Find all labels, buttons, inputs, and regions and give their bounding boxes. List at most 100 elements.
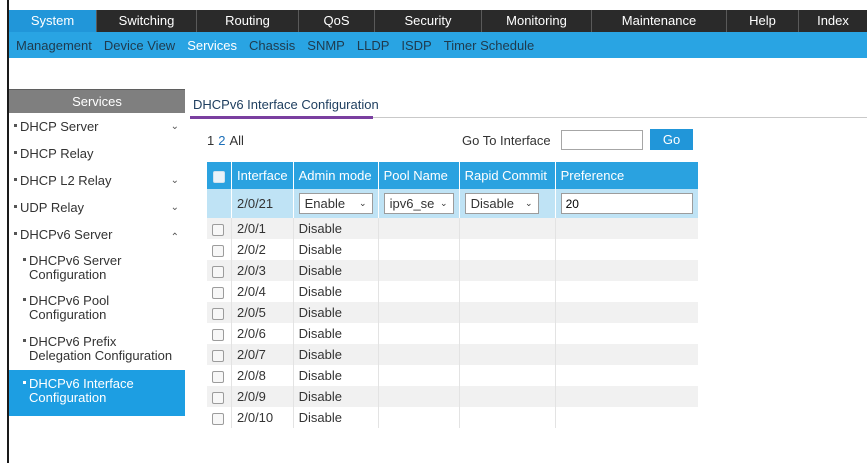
pager-all[interactable]: All [229, 133, 243, 148]
sidebar-item-label: DHCP L2 Relay [20, 173, 112, 188]
row-pool-name [378, 302, 460, 323]
row-checkbox[interactable] [212, 328, 224, 341]
pager: 1 2 All [207, 133, 248, 148]
subnav-services[interactable]: Services [181, 38, 243, 53]
admin-mode-select[interactable]: Enable ⌄ [298, 193, 373, 214]
row-checkbox[interactable] [212, 391, 224, 404]
sidebar-item-dhcp-server[interactable]: DHCP Server ⌄ [9, 113, 185, 140]
pager-page-2[interactable]: 2 [218, 133, 225, 148]
row-checkbox-cell [207, 260, 232, 281]
bullet-icon [23, 298, 26, 302]
tab-routing[interactable]: Routing [197, 10, 299, 32]
edit-row: 2/0/21 Enable ⌄ ipv6_se ⌄ Disable ⌄ [207, 189, 698, 218]
subnav-device-view[interactable]: Device View [98, 38, 181, 53]
tab-security[interactable]: Security [375, 10, 482, 32]
chevron-down-icon: ⌄ [170, 175, 179, 186]
sidebar-item-dhcp-l2-relay[interactable]: DHCP L2 Relay ⌄ [9, 167, 185, 194]
tab-monitoring[interactable]: Monitoring [482, 10, 592, 32]
row-rapid-commit [459, 386, 556, 407]
row-pool-name [378, 407, 460, 428]
row-interface: 2/0/1 [231, 218, 294, 239]
row-rapid-commit [459, 365, 556, 386]
sidebar-subitem-label: DHCPv6 Interface [29, 376, 134, 391]
row-checkbox[interactable] [212, 370, 224, 383]
table-row: 2/0/7 Disable [207, 344, 698, 365]
goto-interface-input[interactable] [561, 130, 643, 150]
sidebar-subitem-label: DHCPv6 Prefix [29, 334, 117, 349]
row-preference [555, 365, 698, 386]
row-pool-name [378, 323, 460, 344]
sidebar-item-dhcpv6-server[interactable]: DHCPv6 Server ⌃ [9, 221, 185, 248]
sidebar-item-label: DHCPv6 Server [20, 227, 113, 242]
row-admin-mode: Disable [293, 281, 379, 302]
pool-name-select[interactable]: ipv6_se ⌄ [383, 193, 454, 214]
row-checkbox-cell [207, 386, 232, 407]
bullet-icon [23, 339, 26, 343]
sidebar-subitem-dhcpv6-server-config[interactable]: DHCPv6 Server Configuration [9, 252, 185, 288]
tab-index[interactable]: Index [799, 10, 867, 32]
rapid-commit-select[interactable]: Disable ⌄ [464, 193, 539, 214]
preference-input[interactable] [560, 193, 693, 214]
sidebar-item-dhcp-relay[interactable]: DHCP Relay [9, 140, 185, 167]
row-checkbox[interactable] [212, 412, 224, 425]
bullet-icon [23, 381, 26, 385]
table-row: 2/0/9 Disable [207, 386, 698, 407]
row-checkbox[interactable] [212, 244, 224, 257]
table-row: 2/0/4 Disable [207, 281, 698, 302]
row-rapid-commit [459, 344, 556, 365]
row-checkbox[interactable] [212, 223, 224, 236]
tab-system[interactable]: System [9, 10, 97, 32]
sidebar-subitem-dhcpv6-prefix-delegation[interactable]: DHCPv6 Prefix Delegation Configuration [9, 329, 185, 370]
sidebar: Services DHCP Server ⌄ DHCP Relay DHCP L… [9, 89, 185, 416]
subnav-snmp[interactable]: SNMP [301, 38, 351, 53]
column-header-rapid-commit: Rapid Commit [459, 162, 556, 189]
tab-switching[interactable]: Switching [97, 10, 197, 32]
row-admin-mode: Disable [293, 344, 379, 365]
sidebar-subitem-dhcpv6-interface-config[interactable]: DHCPv6 Interface Configuration [9, 370, 185, 416]
sidebar-item-label: DHCP Relay [20, 146, 94, 161]
subnav-chassis[interactable]: Chassis [243, 38, 301, 53]
row-preference [555, 386, 698, 407]
subnav-timer-schedule[interactable]: Timer Schedule [438, 38, 541, 53]
row-preference [555, 281, 698, 302]
row-rapid-commit [459, 281, 556, 302]
row-checkbox-cell [207, 344, 232, 365]
row-preference [555, 344, 698, 365]
pager-page-1[interactable]: 1 [207, 133, 214, 148]
row-checkbox-cell [207, 281, 232, 302]
row-checkbox[interactable] [212, 286, 224, 299]
sidebar-subitem-label-2: Configuration [29, 307, 107, 322]
row-preference [555, 260, 698, 281]
row-admin-mode: Disable [293, 302, 379, 323]
chevron-down-icon: ⌄ [170, 202, 179, 213]
table-row: 2/0/1 Disable [207, 218, 698, 239]
row-admin-mode: Disable [293, 239, 379, 260]
tab-maintenance[interactable]: Maintenance [592, 10, 727, 32]
go-button[interactable]: Go [650, 129, 693, 150]
row-checkbox-cell [207, 239, 232, 260]
row-checkbox[interactable] [212, 307, 224, 320]
subnav-lldp[interactable]: LLDP [351, 38, 396, 53]
subnav-isdp[interactable]: ISDP [395, 38, 437, 53]
row-rapid-commit [459, 407, 556, 428]
tab-qos[interactable]: QoS [299, 10, 375, 32]
select-all-checkbox[interactable] [213, 170, 225, 183]
bullet-icon [14, 232, 17, 236]
row-checkbox[interactable] [212, 349, 224, 362]
row-rapid-commit [459, 218, 556, 239]
row-pool-name [378, 260, 460, 281]
subnav-management[interactable]: Management [9, 38, 98, 53]
pool-name-value: ipv6_se [389, 196, 435, 211]
chevron-down-icon: ⌄ [440, 198, 448, 208]
sidebar-item-udp-relay[interactable]: UDP Relay ⌄ [9, 194, 185, 221]
sidebar-subitem-label: DHCPv6 Server [29, 253, 122, 268]
row-interface: 2/0/7 [231, 344, 294, 365]
row-rapid-commit [459, 239, 556, 260]
sidebar-item-label: UDP Relay [20, 200, 85, 215]
chevron-down-icon: ⌄ [359, 198, 367, 208]
row-admin-mode: Disable [293, 386, 379, 407]
sidebar-subitem-dhcpv6-pool-config[interactable]: DHCPv6 Pool Configuration [9, 288, 185, 329]
tab-help[interactable]: Help [727, 10, 799, 32]
row-pool-name [378, 344, 460, 365]
row-checkbox[interactable] [212, 265, 224, 278]
